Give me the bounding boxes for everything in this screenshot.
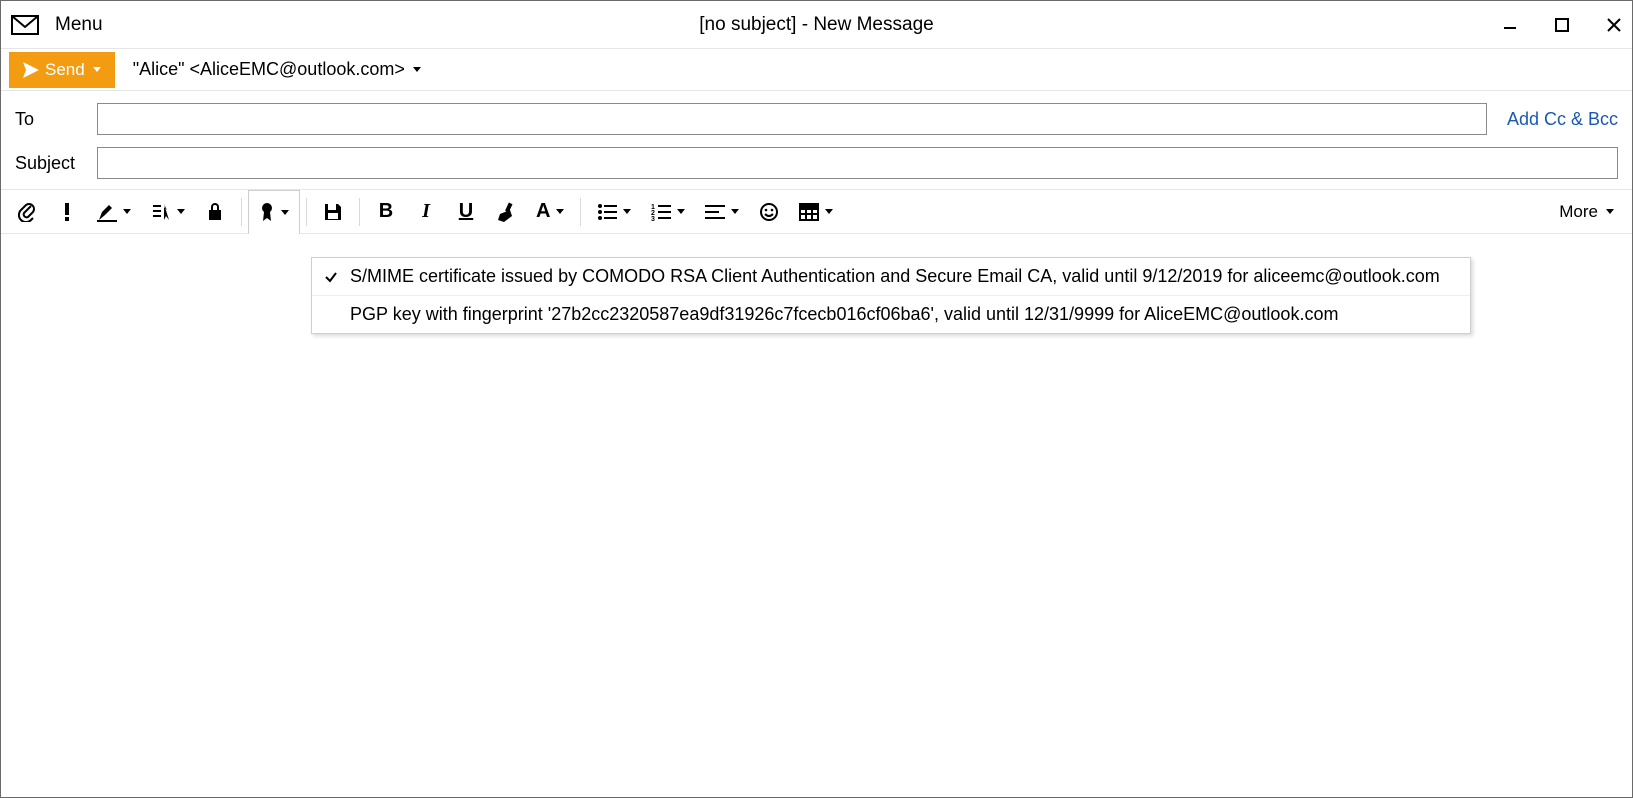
header-fields: To Add Cc & Bcc Subject xyxy=(1,91,1632,190)
priority-button[interactable] xyxy=(47,190,87,234)
certificate-option-smime[interactable]: S/MIME certificate issued by COMODO RSA … xyxy=(312,258,1470,296)
chevron-down-icon xyxy=(93,67,101,72)
templates-button[interactable] xyxy=(141,190,195,234)
subject-input[interactable] xyxy=(97,147,1618,179)
to-row: To Add Cc & Bcc xyxy=(15,103,1618,135)
certificate-icon xyxy=(259,202,275,222)
attach-button[interactable] xyxy=(7,190,47,234)
pen-icon xyxy=(97,202,117,222)
certificate-dropdown: S/MIME certificate issued by COMODO RSA … xyxy=(311,257,1471,334)
send-button[interactable]: Send xyxy=(9,52,115,88)
align-icon xyxy=(705,203,725,221)
close-button[interactable] xyxy=(1602,13,1626,37)
send-button-label: Send xyxy=(45,60,85,80)
save-button[interactable] xyxy=(313,190,353,234)
more-label: More xyxy=(1559,202,1598,222)
certificate-option-pgp[interactable]: PGP key with fingerprint '27b2cc2320587e… xyxy=(312,296,1470,333)
subject-row: Subject xyxy=(15,147,1618,179)
italic-icon: I xyxy=(422,200,430,223)
signature-button[interactable] xyxy=(87,190,141,234)
certificate-button[interactable] xyxy=(248,190,300,234)
svg-text:3: 3 xyxy=(651,216,655,221)
add-cc-bcc-link[interactable]: Add Cc & Bcc xyxy=(1507,109,1618,130)
separator xyxy=(359,198,360,226)
to-label: To xyxy=(15,109,87,130)
chevron-down-icon xyxy=(177,209,185,214)
font-color-button[interactable]: A xyxy=(526,190,574,234)
app-mail-icon xyxy=(9,9,41,41)
template-icon xyxy=(151,202,171,222)
separator xyxy=(580,198,581,226)
window-controls xyxy=(1498,1,1626,49)
from-selector[interactable]: "Alice" <AliceEMC@outlook.com> xyxy=(133,59,421,80)
chevron-down-icon xyxy=(281,210,289,215)
chevron-down-icon xyxy=(825,209,833,214)
paper-plane-icon xyxy=(23,62,39,78)
italic-button[interactable]: I xyxy=(406,190,446,234)
bold-icon: B xyxy=(379,200,393,223)
font-icon: A xyxy=(536,200,550,223)
certificate-option-label: S/MIME certificate issued by COMODO RSA … xyxy=(350,266,1440,287)
bold-button[interactable]: B xyxy=(366,190,406,234)
certificate-option-label: PGP key with fingerprint '27b2cc2320587e… xyxy=(350,304,1338,325)
subject-label: Subject xyxy=(15,153,87,174)
emoji-button[interactable] xyxy=(749,190,789,234)
window-title: [no subject] - New Message xyxy=(1,14,1632,36)
more-button[interactable]: More xyxy=(1559,202,1626,222)
smiley-icon xyxy=(759,202,779,222)
compose-toolbar: B I U A 123 More xyxy=(1,190,1632,234)
broom-icon xyxy=(496,202,516,222)
chevron-down-icon xyxy=(1606,209,1614,214)
chevron-down-icon xyxy=(556,209,564,214)
chevron-down-icon xyxy=(731,209,739,214)
exclamation-icon xyxy=(63,202,71,222)
table-icon xyxy=(799,203,819,221)
paperclip-icon xyxy=(18,202,36,222)
send-row: Send "Alice" <AliceEMC@outlook.com> xyxy=(1,49,1632,91)
maximize-button[interactable] xyxy=(1550,13,1574,37)
chevron-down-icon xyxy=(623,209,631,214)
menu-button[interactable]: Menu xyxy=(55,14,103,36)
separator xyxy=(241,198,242,226)
check-icon xyxy=(322,270,340,284)
encrypt-button[interactable] xyxy=(195,190,235,234)
align-button[interactable] xyxy=(695,190,749,234)
numbered-list-icon: 123 xyxy=(651,203,671,221)
separator xyxy=(306,198,307,226)
table-button[interactable] xyxy=(789,190,843,234)
bullet-list-icon xyxy=(597,203,617,221)
underline-icon: U xyxy=(459,200,473,223)
from-display: "Alice" <AliceEMC@outlook.com> xyxy=(133,59,405,80)
lock-icon xyxy=(207,202,223,222)
numbered-list-button[interactable]: 123 xyxy=(641,190,695,234)
underline-button[interactable]: U xyxy=(446,190,486,234)
clear-format-button[interactable] xyxy=(486,190,526,234)
chevron-down-icon xyxy=(413,67,421,72)
save-icon xyxy=(323,202,343,222)
chevron-down-icon xyxy=(123,209,131,214)
to-input[interactable] xyxy=(97,103,1487,135)
titlebar: Menu [no subject] - New Message xyxy=(1,1,1632,49)
minimize-button[interactable] xyxy=(1498,13,1522,37)
chevron-down-icon xyxy=(677,209,685,214)
bullet-list-button[interactable] xyxy=(587,190,641,234)
